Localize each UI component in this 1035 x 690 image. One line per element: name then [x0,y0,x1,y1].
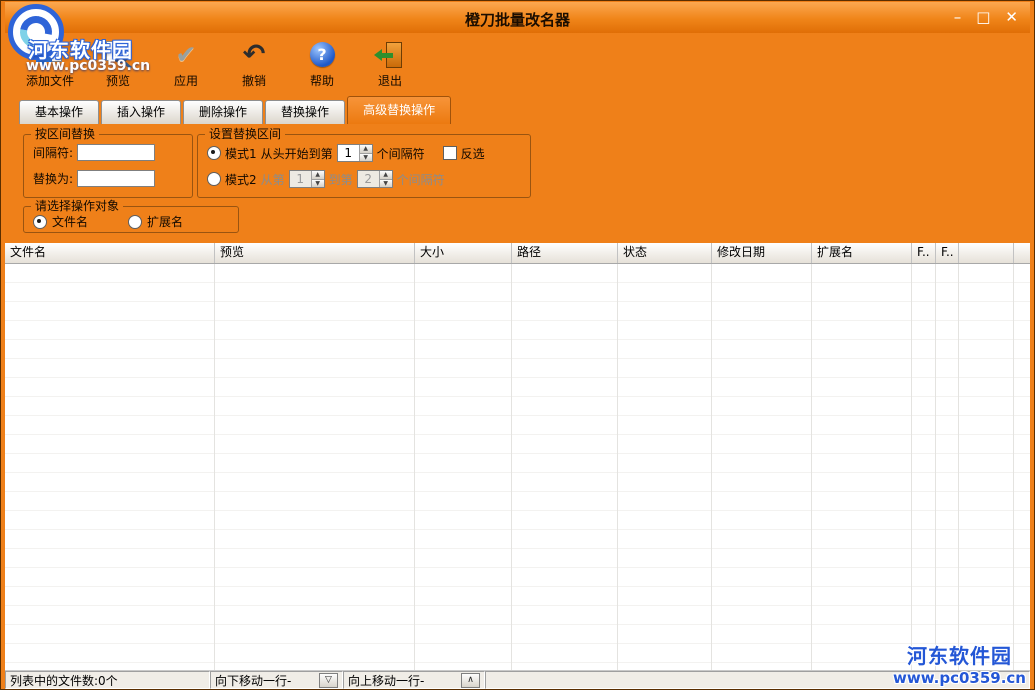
column-header-preview[interactable]: 预览 [215,243,415,263]
tab-delete[interactable]: 删除操作 [183,100,263,124]
spin-down-icon[interactable]: ▼ [360,154,372,162]
apply-check-icon: ✔ [176,41,197,68]
target-object-group: 请选择操作对象 文件名 扩展名 [23,206,239,233]
status-bar: 列表中的文件数:0个 向下移动一行- ▽ 向上移动一行- ∧ [5,670,1030,689]
move-up-label: 向上移动一行- [348,672,424,689]
advanced-replace-panel: 按区间替换 间隔符: 替换为: 设置替换区间 模式1 从头开始到第 1 [5,124,1030,243]
mode1-label: 模式1 [225,145,257,162]
minimize-button[interactable]: – [954,8,962,26]
add-file-icon [35,41,65,68]
column-header-f2[interactable]: F.. [936,243,959,263]
mode2-radio[interactable] [207,172,221,186]
spin-down-icon: ▼ [380,180,392,188]
set-range-group-title: 设置替换区间 [205,127,285,142]
file-list-body [5,264,1030,670]
mode2-from-text: 从第 [261,171,285,188]
invert-label: 反选 [461,145,485,162]
titlebar: 橙刀批量改名器 – □ ✕ [5,2,1030,33]
toolbar: 添加文件 预览 ✔ 应用 ↶ 撤销 ? 帮助 退出 [5,33,1030,96]
window-title: 橙刀批量改名器 [5,9,1030,30]
mode1-spinner-arrows[interactable]: ▲▼ [359,145,372,161]
exit-button[interactable]: 退出 [357,37,423,91]
column-header-path[interactable]: 路径 [512,243,618,263]
spin-up-icon[interactable]: ▲ [360,145,372,154]
file-count-label: 列表中的文件数:0个 [10,672,118,689]
tab-replace[interactable]: 替换操作 [265,100,345,124]
exit-label: 退出 [378,72,402,89]
mode1-radio[interactable] [207,146,221,160]
add-files-button[interactable]: 添加文件 [17,37,83,91]
mode1-count-value: 1 [338,145,359,161]
window-controls: – □ ✕ [954,8,1018,26]
preview-label: 预览 [106,72,130,89]
apply-button[interactable]: ✔ 应用 [153,37,219,91]
spin-up-icon: ▲ [312,171,324,180]
close-button[interactable]: ✕ [1005,8,1018,26]
help-button[interactable]: ? 帮助 [289,37,355,91]
mode2-from-value: 1 [290,171,311,187]
interval-replace-group-title: 按区间替换 [31,127,99,142]
extension-radio[interactable] [128,215,142,229]
column-header-extension[interactable]: 扩展名 [812,243,912,263]
tab-bar: 基本操作 插入操作 删除操作 替换操作 高级替换操作 [5,96,1030,124]
column-header-size[interactable]: 大小 [415,243,512,263]
add-files-label: 添加文件 [26,72,74,89]
interval-replace-group: 按区间替换 间隔符: 替换为: [23,134,193,198]
undo-label: 撤销 [242,72,266,89]
replace-with-label: 替换为: [33,170,73,187]
column-header-filename[interactable]: 文件名 [5,243,215,263]
column-header-modified-date[interactable]: 修改日期 [712,243,812,263]
tab-advanced-replace[interactable]: 高级替换操作 [347,96,451,124]
move-up-button[interactable]: ∧ [461,673,480,688]
mode2-suffix-text: 个间隔符 [397,171,445,188]
separator-input[interactable] [77,144,155,161]
move-down-label: 向下移动一行- [215,672,291,689]
mode2-label: 模式2 [225,171,257,188]
tab-basic[interactable]: 基本操作 [19,100,99,124]
tab-insert[interactable]: 插入操作 [101,100,181,124]
mode2-from-spinner-arrows: ▲▼ [311,171,324,187]
mode1-prefix-text: 从头开始到第 [261,145,333,162]
mode2-to-value: 2 [358,171,379,187]
undo-button[interactable]: ↶ 撤销 [221,37,287,91]
mode1-suffix-text: 个间隔符 [377,145,425,162]
column-header-extra[interactable] [959,243,1014,263]
separator-label: 间隔符: [33,144,73,161]
file-list-header: 文件名 预览 大小 路径 状态 修改日期 扩展名 F.. F.. [5,243,1030,264]
target-object-group-title: 请选择操作对象 [31,199,123,214]
exit-door-icon [375,41,405,68]
preview-button[interactable]: 预览 [85,37,151,91]
filename-radio[interactable] [33,215,47,229]
undo-arrow-icon: ↶ [243,41,266,68]
set-range-group: 设置替换区间 模式1 从头开始到第 1 ▲▼ 个间隔符 反选 模式2 [197,134,531,198]
replace-with-input[interactable] [77,170,155,187]
apply-label: 应用 [174,72,198,89]
preview-icon [103,41,133,68]
invert-checkbox[interactable] [443,146,457,160]
column-header-status[interactable]: 状态 [618,243,712,263]
mode2-to-spinner: 2 ▲▼ [357,170,393,188]
spin-up-icon: ▲ [380,171,392,180]
mode1-count-spinner[interactable]: 1 ▲▼ [337,144,373,162]
help-label: 帮助 [310,72,334,89]
file-list: 文件名 预览 大小 路径 状态 修改日期 扩展名 F.. F.. [5,243,1030,670]
mode2-from-spinner: 1 ▲▼ [289,170,325,188]
move-down-button[interactable]: ▽ [319,673,338,688]
column-header-f1[interactable]: F.. [912,243,936,263]
extension-radio-label: 扩展名 [147,213,183,230]
maximize-button[interactable]: □ [976,8,990,26]
mode2-to-text: 到第 [329,171,353,188]
mode2-to-spinner-arrows: ▲▼ [379,171,392,187]
column-header-fill [1014,243,1030,263]
app-window: 橙刀批量改名器 – □ ✕ 添加文件 预览 ✔ 应用 ↶ 撤销 [0,0,1035,690]
spin-down-icon: ▼ [312,180,324,188]
filename-radio-label: 文件名 [52,213,88,230]
help-question-icon: ? [310,42,335,67]
